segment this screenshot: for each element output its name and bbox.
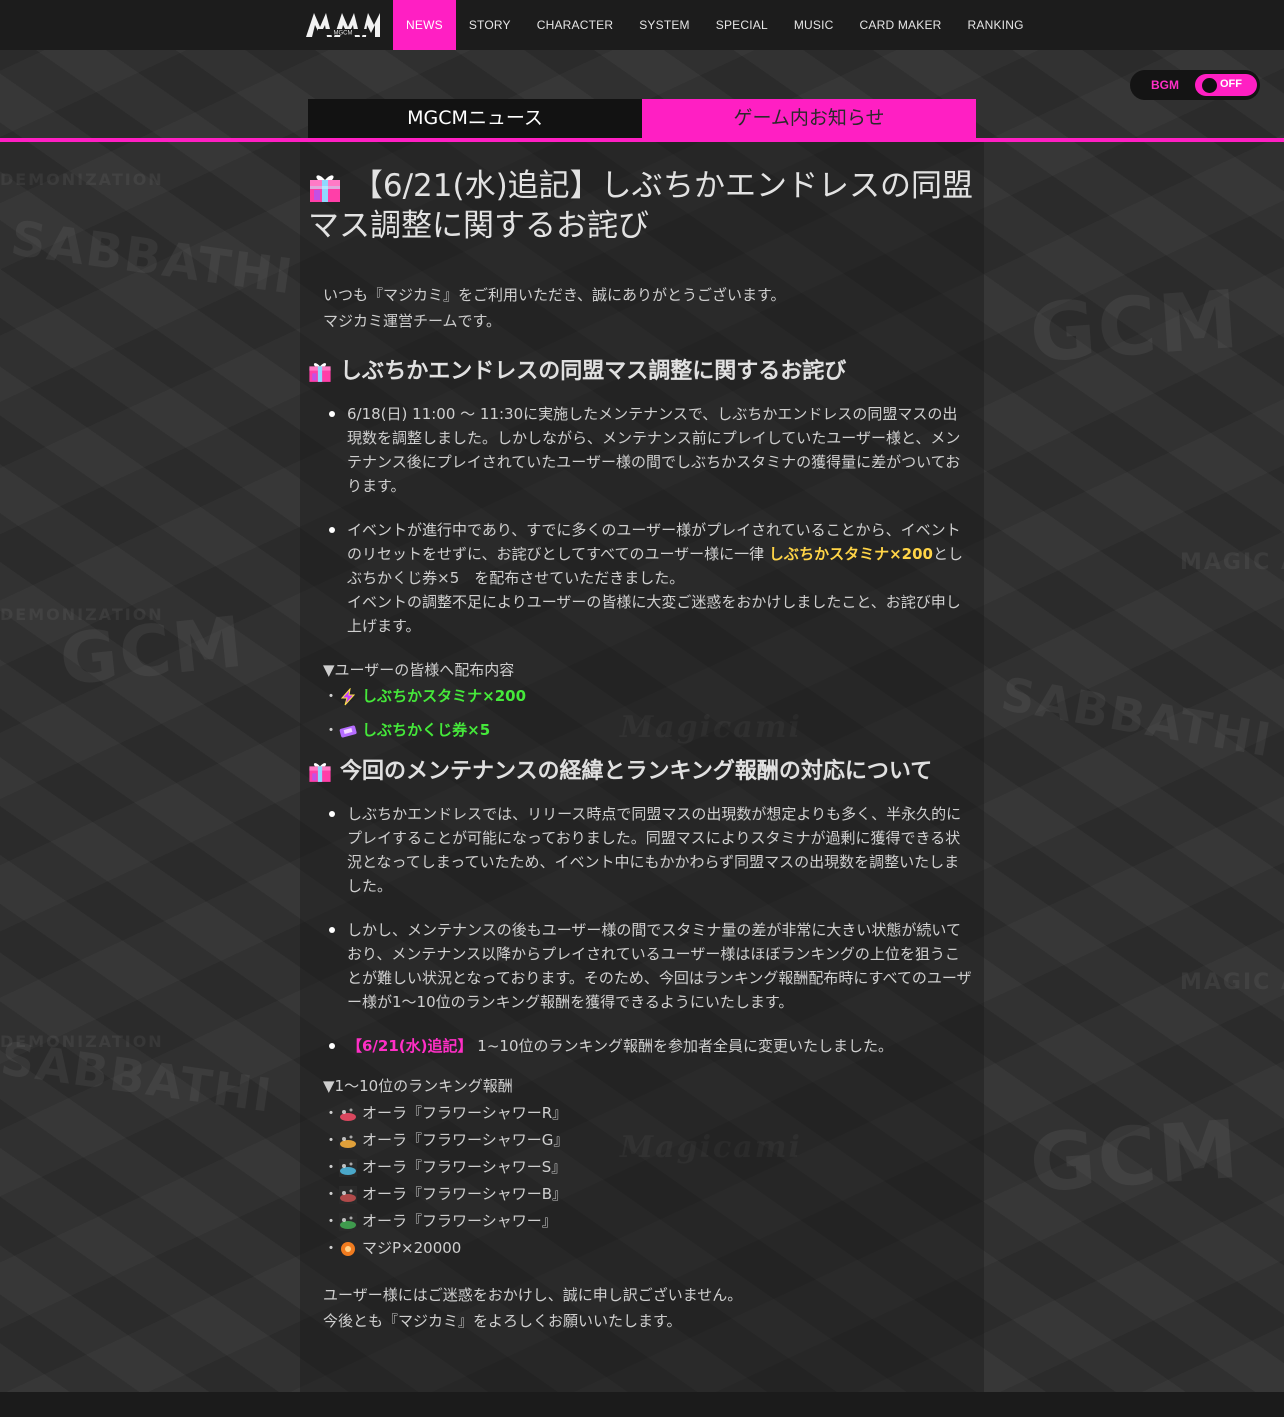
- bullet-list: しぶちかエンドレスでは、リリース時点で同盟マスの出現数が想定よりも多く、半永久的…: [329, 802, 976, 1058]
- bg-word: SABBATHI: [7, 210, 298, 306]
- outro-line: 今後とも『マジカミ』をよろしくお願いいたします。: [323, 1312, 682, 1330]
- site-logo[interactable]: MGCM: [304, 9, 382, 41]
- nav-system[interactable]: SYSTEM: [626, 0, 703, 50]
- intro-line: マジカミ運営チームです。: [323, 312, 502, 330]
- list-item: しかし、メンテナンスの後もユーザー様の間でスタミナ量の差が非常に大きい状態が続い…: [329, 918, 976, 1014]
- reward-item: ・ マジP×20000: [323, 1236, 976, 1260]
- intro-line: いつも『マジカミ』をご利用いただき、誠にありがとうございます。: [323, 286, 786, 304]
- list-item-text: 1~10位のランキング報酬を参加者全員に変更いたしました。: [472, 1037, 894, 1055]
- gift-icon: [308, 760, 332, 784]
- list-item: 6/18(日) 11:00 〜 11:30に実施したメンテナンスで、しぶちかエン…: [329, 402, 976, 498]
- nav-special[interactable]: SPECIAL: [703, 0, 781, 50]
- bg-word: MAGIC A: [1180, 970, 1284, 995]
- tab-ingame-notice[interactable]: ゲーム内お知らせ: [642, 99, 976, 138]
- nav-story[interactable]: STORY: [456, 0, 524, 50]
- dot: ・: [323, 1212, 339, 1230]
- list-item: イベントが進行中であり、すでに多くのユーザー様がプレイされていることから、イベン…: [329, 518, 976, 638]
- dot: ・: [323, 1131, 339, 1149]
- list-item-text: イベントの調整不足によりユーザーの皆様に大変ご迷惑をおかけしましたこと、お詫び申…: [347, 593, 961, 635]
- logo-icon: MGCM: [306, 13, 380, 37]
- section-heading: 今回のメンテナンスの経緯とランキング報酬の対応について: [308, 756, 976, 788]
- section-heading-text: しぶちかエンドレスの同盟マス調整に関するお詫び: [340, 359, 847, 384]
- reward-label: オーラ『フラワーシャワーR』: [362, 1104, 568, 1122]
- reward-label: オーラ『フラワーシャワーG』: [362, 1131, 569, 1149]
- distribution-heading: ▼ユーザーの皆様へ配布内容: [323, 661, 515, 679]
- addendum-label: 【6/21(水)追記】: [347, 1037, 473, 1055]
- distribution-item-label: しぶちかくじ券×5: [362, 721, 491, 739]
- outro-line: ユーザー様にはご迷惑をおかけし、誠に申し訳ございません。: [323, 1286, 743, 1304]
- bg-word: DEMONIZATION: [0, 605, 164, 624]
- coin-icon: [339, 1240, 357, 1256]
- bg-word: GCM: [1027, 1102, 1243, 1211]
- dot: ・: [323, 1158, 339, 1176]
- list-item: しぶちかエンドレスでは、リリース時点で同盟マスの出現数が想定よりも多く、半永久的…: [329, 802, 976, 898]
- distribution-item-label: しぶちかスタミナ×200: [362, 687, 527, 705]
- rewards-heading: ▼1〜10位のランキング報酬: [323, 1077, 513, 1095]
- logo-text: MGCM: [334, 31, 353, 37]
- tab-mgcm-news[interactable]: MGCMニュース: [308, 99, 642, 138]
- bgm-control: BGM OFF: [1130, 70, 1260, 100]
- top-navigation-bar: MGCM NEWS STORY CHARACTER SYSTEM SPECIAL…: [0, 0, 1284, 50]
- bg-word: GCM: [1027, 272, 1243, 381]
- nav-ranking[interactable]: RANKING: [955, 0, 1037, 50]
- distribution: ▼ユーザーの皆様へ配布内容 ・ しぶちかスタミナ×200 ・ しぶちかくじ券×5: [323, 658, 976, 742]
- aura-icon: [339, 1132, 357, 1150]
- gift-icon: [308, 360, 332, 384]
- article-title-text: 【6/21(水)追記】しぶちかエンドレスの同盟マス調整に関するお詫び: [308, 168, 973, 244]
- highlight-stamina: しぶちかスタミナ×200: [768, 545, 933, 563]
- news-tabs: MGCMニュース ゲーム内お知らせ: [308, 99, 976, 138]
- reward-label: オーラ『フラワーシャワー』: [362, 1212, 557, 1230]
- list-item: 【6/21(水)追記】 1~10位のランキング報酬を参加者全員に変更いたしました…: [329, 1034, 976, 1058]
- section-heading-text: 今回のメンテナンスの経緯とランキング報酬の対応について: [340, 759, 933, 784]
- outro: ユーザー様にはご迷惑をおかけし、誠に申し訳ございません。 今後とも『マジカミ』を…: [323, 1282, 976, 1334]
- section-heading: しぶちかエンドレスの同盟マス調整に関するお詫び: [308, 356, 976, 388]
- nav-card-maker[interactable]: CARD MAKER: [847, 0, 955, 50]
- bgm-state: OFF: [1220, 78, 1242, 90]
- bullet-list: 6/18(日) 11:00 〜 11:30に実施したメンテナンスで、しぶちかエン…: [329, 402, 976, 638]
- gift-icon: [308, 172, 342, 204]
- reward-label: マジP×20000: [362, 1239, 462, 1257]
- dot: ・: [323, 687, 339, 705]
- reward-item: ・ オーラ『フラワーシャワーB』: [323, 1182, 976, 1206]
- footer-bar: [0, 1392, 1284, 1417]
- dot: ・: [323, 1104, 339, 1122]
- aura-icon: [339, 1159, 357, 1177]
- aura-icon: [339, 1213, 357, 1231]
- distribution-item: ・ しぶちかスタミナ×200: [323, 684, 976, 708]
- intro: いつも『マジカミ』をご利用いただき、誠にありがとうございます。 マジカミ運営チー…: [323, 282, 976, 334]
- reward-list: ・オーラ『フラワーシャワーR』・オーラ『フラワーシャワーG』・オーラ『フラワーシ…: [323, 1101, 976, 1260]
- reward-label: オーラ『フラワーシャワーB』: [362, 1185, 567, 1203]
- nav-character[interactable]: CHARACTER: [524, 0, 626, 50]
- aura-icon: [339, 1186, 357, 1204]
- reward-item: ・ オーラ『フラワーシャワー』: [323, 1209, 976, 1233]
- nav-music[interactable]: MUSIC: [781, 0, 847, 50]
- main-nav: NEWS STORY CHARACTER SYSTEM SPECIAL MUSI…: [393, 0, 1037, 50]
- bgm-toggle[interactable]: OFF: [1195, 74, 1257, 96]
- bg-word: DEMONIZATION: [0, 170, 164, 189]
- aura-icon: [339, 1105, 357, 1123]
- reward-label: オーラ『フラワーシャワーS』: [362, 1158, 567, 1176]
- bg-word: MAGIC A: [1180, 550, 1284, 575]
- bgm-label: BGM: [1151, 78, 1179, 92]
- article-title: 【6/21(水)追記】しぶちかエンドレスの同盟マス調整に関するお詫び: [308, 166, 976, 246]
- reward-item: ・ オーラ『フラワーシャワーR』: [323, 1101, 976, 1125]
- ticket-icon: [339, 722, 357, 738]
- article: 【6/21(水)追記】しぶちかエンドレスの同盟マス調整に関するお詫び いつも『マ…: [308, 166, 976, 1334]
- dot: ・: [323, 721, 339, 739]
- tab-underline: [0, 138, 1284, 142]
- toggle-knob-icon: [1202, 78, 1217, 93]
- lightning-icon: [339, 687, 357, 706]
- ranking-rewards: ▼1〜10位のランキング報酬 ・オーラ『フラワーシャワーR』・オーラ『フラワーシ…: [323, 1074, 976, 1260]
- distribution-item: ・ しぶちかくじ券×5: [323, 718, 976, 742]
- dot: ・: [323, 1239, 339, 1257]
- nav-news[interactable]: NEWS: [393, 0, 456, 50]
- reward-item: ・ オーラ『フラワーシャワーS』: [323, 1155, 976, 1179]
- bg-word: SABBATHI: [997, 666, 1277, 768]
- dot: ・: [323, 1185, 339, 1203]
- reward-item: ・ オーラ『フラワーシャワーG』: [323, 1128, 976, 1152]
